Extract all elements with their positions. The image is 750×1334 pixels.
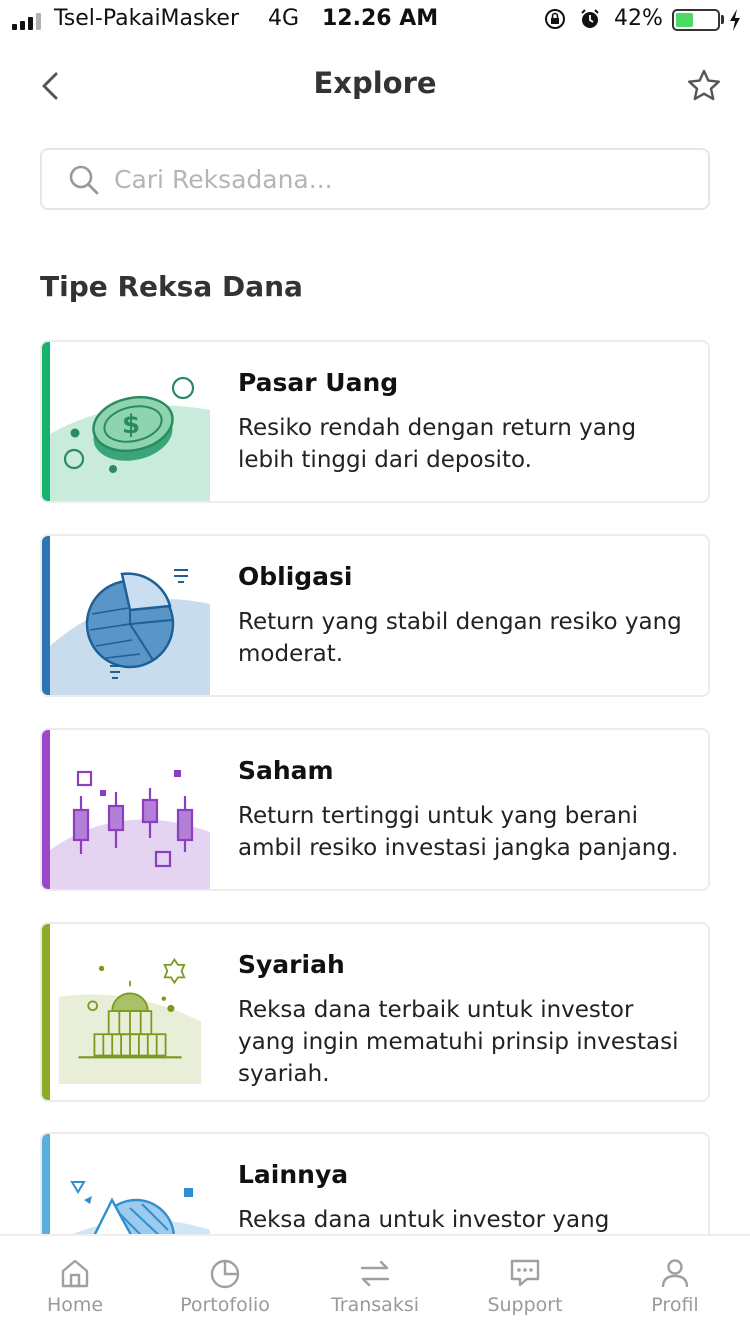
nav-item-transaksi[interactable]: Transaksi	[300, 1236, 450, 1334]
card-title: Syariah	[238, 950, 345, 979]
nav-label: Portofolio	[180, 1294, 270, 1316]
battery-icon	[672, 9, 720, 31]
nav-label: Home	[46, 1294, 104, 1316]
card-title: Pasar Uang	[238, 368, 399, 397]
page-title: Explore	[313, 66, 437, 100]
card-accent	[42, 536, 50, 695]
nav-item-support[interactable]: Support	[450, 1236, 600, 1334]
nav-item-portofolio[interactable]: Portofolio	[150, 1236, 300, 1334]
nav-item-home[interactable]: Home	[0, 1236, 150, 1334]
user-icon	[661, 1259, 689, 1288]
pie-chart-icon	[210, 1259, 240, 1289]
card-description: Reksa dana untuk investor yang	[238, 1207, 610, 1233]
card-description: Resiko rendah dengan return yang lebih t…	[238, 415, 637, 473]
pie-chart-illustration	[50, 569, 210, 695]
status-bar: Tsel-PakaiMasker 4G 12.26 AM 42%	[0, 0, 750, 40]
fund-type-card-syariah[interactable]: Syariah Reksa dana terbaik untuk investo…	[40, 922, 710, 1102]
carrier-name: Tsel-PakaiMasker	[54, 6, 240, 31]
network-type: 4G	[268, 6, 300, 31]
status-time: 12.26 AM	[322, 6, 439, 31]
search-input[interactable]	[114, 158, 694, 200]
battery-percent: 42%	[614, 6, 663, 31]
favorite-star-button[interactable]	[686, 68, 722, 104]
fund-type-card-obligasi[interactable]: Obligasi Return yang stabil dengan resik…	[40, 534, 710, 697]
nav-label: Support	[487, 1294, 563, 1316]
card-description: Return tertinggi untuk yang berani ambil…	[238, 803, 679, 861]
alarm-icon	[581, 9, 599, 28]
card-description: Return yang stabil dengan resiko yang mo…	[238, 609, 682, 667]
home-icon	[61, 1259, 89, 1288]
section-title: Tipe Reksa Dana	[40, 270, 303, 303]
chat-bubble-icon	[510, 1259, 540, 1287]
candlestick-illustration	[50, 770, 210, 889]
card-title: Saham	[238, 756, 334, 785]
battery-level	[676, 13, 693, 27]
search-icon	[69, 165, 99, 195]
svg-text:$: $	[122, 410, 140, 440]
battery-tip	[721, 15, 724, 24]
search-box[interactable]	[40, 148, 710, 210]
card-accent	[42, 924, 50, 1100]
card-title: Obligasi	[238, 562, 353, 591]
mosque-illustration	[58, 957, 202, 1084]
nav-label: Transaksi	[330, 1294, 420, 1316]
coin-illustration: $	[50, 376, 210, 501]
rotation-lock-icon	[545, 9, 565, 29]
bottom-navigation: Home Portofolio Transaksi Support Profil	[0, 1234, 750, 1334]
nav-item-profil[interactable]: Profil	[600, 1236, 750, 1334]
transfer-arrows-icon	[360, 1260, 390, 1287]
nav-label: Profil	[651, 1294, 699, 1316]
fund-type-card-pasar-uang[interactable]: $ Pasar Uang Resiko rendah dengan return…	[40, 340, 710, 503]
card-title: Lainnya	[238, 1160, 349, 1189]
signal-icon	[12, 10, 41, 30]
fund-type-card-saham[interactable]: Saham Return tertinggi untuk yang berani…	[40, 728, 710, 891]
charging-icon	[730, 9, 740, 31]
card-accent	[42, 730, 50, 889]
card-accent	[42, 342, 50, 501]
card-description: Reksa dana terbaik untuk investor yang i…	[238, 997, 679, 1087]
